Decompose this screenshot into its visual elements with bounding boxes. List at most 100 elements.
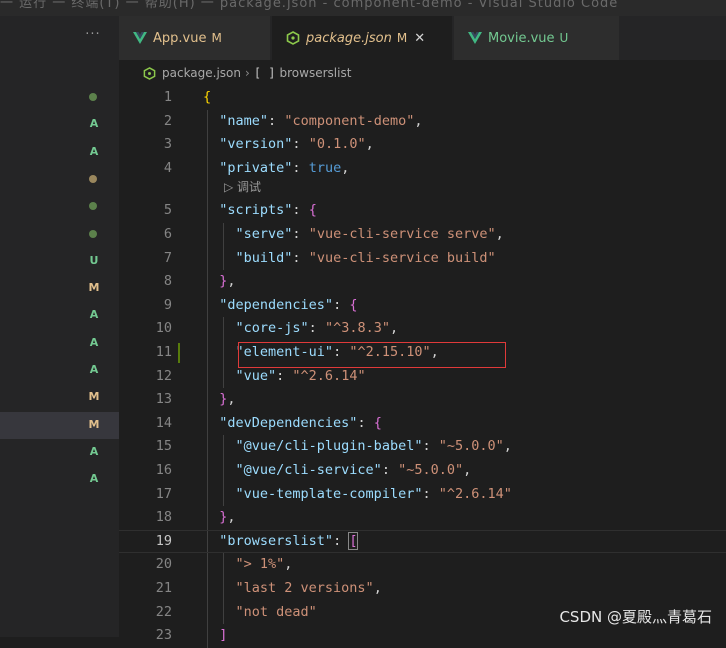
git-status-badge: A: [89, 444, 99, 458]
code-token: :: [333, 532, 350, 549]
code-token: "last 2 versions": [235, 580, 374, 596]
code-line[interactable]: 19 "browserslist": [: [119, 530, 726, 554]
line-number: 1: [163, 89, 172, 105]
code-token: ,: [503, 438, 512, 455]
explorer-file-row[interactable]: A: [0, 330, 119, 357]
breadcrumb: package.json › [ ] browserslist: [119, 60, 726, 86]
explorer-file-row[interactable]: A: [0, 139, 119, 166]
code-line[interactable]: 15 "@vue/cli-plugin-babel": "~5.0.0",: [119, 435, 726, 459]
code-line[interactable]: 9 "dependencies": {: [119, 294, 726, 318]
explorer-file-row[interactable]: [0, 221, 119, 248]
code-token: ]: [219, 627, 228, 644]
explorer-file-row[interactable]: A: [0, 466, 119, 493]
line-number: 19: [155, 532, 172, 549]
code-token: :: [422, 485, 439, 502]
code-line[interactable]: 4 "private": true,: [119, 157, 726, 181]
code-token: :: [357, 414, 374, 431]
close-icon[interactable]: ✕: [414, 31, 425, 46]
code-text: "build": "vue-cli-service build": [203, 247, 496, 271]
array-icon: [ ]: [253, 66, 276, 80]
code-token: ,: [341, 159, 350, 176]
code-line[interactable]: 12 "vue": "^2.6.14": [119, 365, 726, 389]
code-editor[interactable]: 1{2 "name": "component-demo", 3 "version"…: [119, 86, 726, 648]
code-line[interactable]: 2 "name": "component-demo",: [119, 110, 726, 134]
line-number: 12: [155, 367, 172, 384]
code-token: ,: [227, 509, 236, 526]
nodejs-icon: [143, 66, 156, 80]
git-status-dot-icon: [89, 229, 97, 238]
line-number: 6: [163, 226, 172, 242]
tab-movie-vue[interactable]: Movie.vue U: [454, 16, 619, 60]
code-token: ,: [227, 273, 236, 290]
code-token: "^2.6.14": [292, 367, 366, 384]
explorer-file-row[interactable]: U: [0, 248, 119, 275]
code-line[interactable]: 6 "serve": "vue-cli-service serve",: [119, 223, 726, 247]
explorer-file-row[interactable]: M: [0, 411, 119, 439]
line-number: 11: [155, 344, 172, 360]
breadcrumb-file[interactable]: package.json: [162, 66, 241, 80]
tab-label: App.vue: [153, 30, 207, 46]
line-number: 22: [155, 603, 172, 620]
code-token: :: [292, 226, 309, 242]
code-token: "component-demo": [284, 112, 415, 129]
code-line[interactable]: 13 },: [119, 388, 726, 412]
code-token: ,: [227, 391, 236, 408]
code-token: :: [422, 438, 439, 455]
title-bar-text: 一 运行 一 终端(T) 一 帮助(H) 一 package.json - co…: [0, 0, 619, 11]
code-text: "browserslist": [: [203, 530, 359, 554]
code-token: "vue-cli-service serve": [308, 226, 496, 242]
code-line[interactable]: 21 "last 2 versions",: [119, 577, 726, 601]
explorer-file-row[interactable]: [0, 193, 119, 220]
code-text: "last 2 versions",: [203, 577, 382, 601]
code-token: ,: [495, 226, 504, 242]
code-line[interactable]: 1{: [119, 86, 726, 110]
code-text: "vue": "^2.6.14": [203, 365, 366, 389]
code-line[interactable]: 5 "scripts": {: [119, 199, 726, 223]
explorer-file-row[interactable]: M: [0, 384, 119, 411]
code-line[interactable]: 18 },: [119, 506, 726, 530]
code-line[interactable]: 7 "build": "vue-cli-service build": [119, 247, 726, 271]
watermark: CSDN @夏殿灬青葛石: [559, 608, 712, 626]
debug-codelens[interactable]: ▷ 调试: [224, 178, 261, 196]
code-text: "private": true,: [203, 157, 349, 181]
code-token: "vue-cli-service build": [308, 249, 496, 266]
explorer-file-row[interactable]: A: [0, 111, 119, 138]
explorer-file-row[interactable]: A: [0, 439, 119, 466]
line-number: 7: [163, 249, 172, 266]
chevron-right-icon: ›: [245, 66, 250, 80]
code-text: "@vue/cli-plugin-babel": "~5.0.0",: [203, 435, 512, 459]
code-line[interactable]: 3 "version": "0.1.0",: [119, 133, 726, 157]
tab-app-vue[interactable]: App.vue M: [119, 16, 270, 60]
code-line[interactable]: 23 ]: [119, 624, 726, 648]
explorer-file-row[interactable]: M: [0, 275, 119, 302]
explorer-file-row[interactable]: A: [0, 357, 119, 384]
tab-package-json[interactable]: package.json M ✕: [272, 16, 452, 60]
git-status-badge: A: [89, 144, 99, 158]
code-line[interactable]: 20 "> 1%",: [119, 553, 726, 577]
vue-icon: [133, 32, 147, 44]
line-number: 8: [163, 273, 172, 290]
code-line[interactable]: 17 "vue-template-compiler": "^2.6.14": [119, 483, 726, 507]
breadcrumb-node[interactable]: browserslist: [280, 66, 352, 80]
explorer-file-row[interactable]: [0, 84, 119, 111]
line-number: 10: [155, 320, 172, 337]
code-line[interactable]: 16 "@vue/cli-service": "~5.0.0",: [119, 459, 726, 483]
explorer-file-row[interactable]: A: [0, 302, 119, 329]
code-line[interactable]: 8 },: [119, 270, 726, 294]
vue-icon: [468, 32, 482, 44]
explorer-file-row[interactable]: [0, 166, 119, 193]
more-actions-icon[interactable]: ···: [82, 27, 104, 42]
tab-label: package.json: [306, 30, 392, 46]
code-line[interactable]: 14 "devDependencies": {: [119, 412, 726, 436]
line-number: 5: [163, 202, 172, 219]
code-line[interactable]: 10 "core-js": "^3.8.3",: [119, 317, 726, 341]
